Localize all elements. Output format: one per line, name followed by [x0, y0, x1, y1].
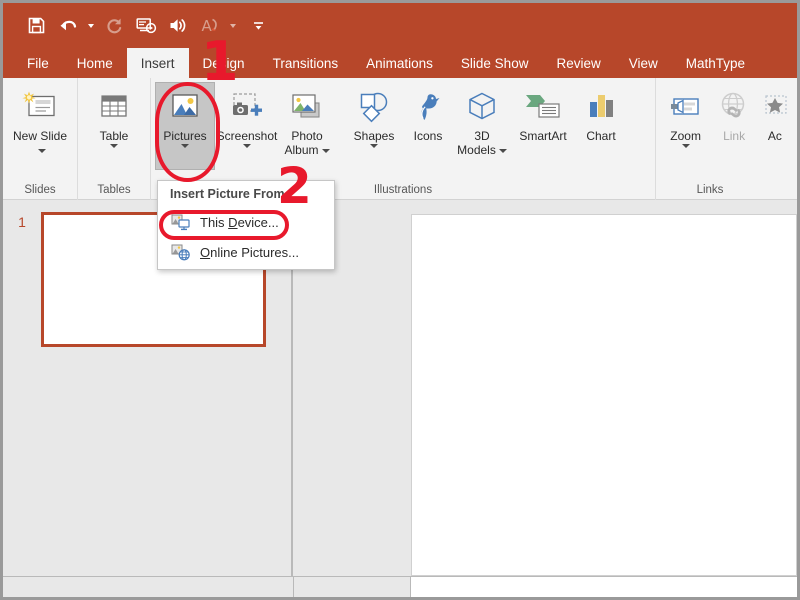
menu-item-online-pictures-label: Online Pictures...: [200, 245, 299, 260]
shapes-label: Shapes: [354, 129, 395, 143]
menu-item-this-device-label: This Device...: [200, 215, 279, 230]
ribbon: New Slide Slides: [3, 78, 797, 200]
powerpoint-window: A File Home Insert Design Transitions An…: [0, 0, 800, 600]
undo-icon[interactable]: [53, 11, 83, 41]
smartart-label: SmartArt: [519, 129, 566, 143]
link-label: Link: [723, 129, 745, 143]
zoom-icon: [667, 88, 705, 126]
status-bar: [3, 576, 797, 597]
title-bar: A: [3, 3, 797, 48]
pictures-label: Pictures: [163, 129, 206, 143]
device-picture-icon: [168, 213, 194, 231]
tab-view[interactable]: View: [615, 48, 672, 78]
3d-models-button[interactable]: 3D Models: [453, 82, 511, 170]
slide-canvas[interactable]: [411, 214, 797, 576]
pictures-icon: [167, 88, 203, 126]
photo-album-label: Photo Album: [279, 129, 335, 157]
icons-label: Icons: [414, 129, 443, 143]
cube-icon: [464, 88, 500, 126]
speaker-icon[interactable]: [163, 11, 193, 41]
chart-button[interactable]: Chart: [575, 82, 627, 170]
tab-home[interactable]: Home: [63, 48, 127, 78]
slide-number: 1: [3, 212, 41, 230]
group-label-slides: Slides: [3, 180, 77, 200]
redo-icon[interactable]: [99, 11, 129, 41]
customize-quick-access-toolbar-icon[interactable]: [247, 11, 269, 41]
save-icon[interactable]: [21, 11, 51, 41]
link-icon: [716, 88, 752, 126]
zoom-label: Zoom: [670, 129, 701, 143]
screenshot-button[interactable]: Screenshot: [215, 82, 279, 170]
pictures-dropdown-caret[interactable]: [181, 144, 189, 148]
chart-icon: [584, 88, 618, 126]
tab-mathtype[interactable]: MathType: [672, 48, 759, 78]
action-icon: [759, 88, 791, 126]
icons-button[interactable]: Icons: [403, 82, 453, 170]
new-slide-label: New Slide: [12, 129, 68, 157]
status-bar-middle-segment: [293, 577, 410, 597]
screenshot-dropdown-caret[interactable]: [243, 144, 251, 148]
chart-label: Chart: [586, 129, 615, 143]
annotation-step-2: 2: [277, 161, 312, 211]
group-label-tables: Tables: [78, 180, 150, 200]
shapes-dropdown-caret[interactable]: [370, 144, 378, 148]
present-icon[interactable]: [131, 11, 161, 41]
shapes-icon: [355, 88, 393, 126]
shapes-button[interactable]: Shapes: [345, 82, 403, 170]
tab-insert[interactable]: Insert: [127, 48, 189, 78]
online-picture-icon: [168, 243, 194, 261]
photo-album-icon: [288, 88, 326, 126]
screenshot-icon: [227, 88, 267, 126]
workspace: 1: [3, 200, 797, 597]
menu-item-online-pictures[interactable]: Online Pictures...: [158, 237, 334, 267]
zoom-dropdown-caret[interactable]: [682, 144, 690, 148]
action-button[interactable]: Ac: [757, 82, 793, 170]
screenshot-label: Screenshot: [217, 129, 278, 143]
action-label: Ac: [768, 129, 782, 143]
table-icon: [97, 88, 131, 126]
link-button[interactable]: Link: [711, 82, 757, 170]
icons-icon: [410, 88, 446, 126]
tab-animations[interactable]: Animations: [352, 48, 447, 78]
smartart-icon: [523, 88, 563, 126]
annotation-step-1: 1: [201, 35, 239, 89]
tab-slide-show[interactable]: Slide Show: [447, 48, 543, 78]
ribbon-tab-strip: File Home Insert Design Transitions Anim…: [3, 48, 797, 78]
undo-dropdown-caret[interactable]: [85, 11, 97, 41]
tab-review[interactable]: Review: [542, 48, 614, 78]
ribbon-group-tables: Table Tables: [78, 78, 151, 200]
new-slide-button[interactable]: New Slide: [7, 82, 73, 170]
3d-models-label: 3D Models: [454, 129, 510, 157]
ribbon-group-slides: New Slide Slides: [3, 78, 78, 200]
smartart-button[interactable]: SmartArt: [511, 82, 575, 170]
group-label-links: Links: [656, 180, 764, 200]
ribbon-group-links: Zoom: [656, 78, 797, 200]
table-button[interactable]: Table: [82, 82, 146, 170]
zoom-button[interactable]: Zoom: [660, 82, 711, 170]
table-dropdown-caret[interactable]: [110, 144, 118, 148]
slide-edit-pane[interactable]: [293, 200, 797, 576]
pictures-button[interactable]: Pictures: [155, 82, 215, 170]
new-slide-icon: [22, 88, 58, 126]
tab-file[interactable]: File: [13, 48, 63, 78]
status-bar-right-segment: [410, 577, 797, 597]
table-label: Table: [100, 129, 129, 143]
tab-transitions[interactable]: Transitions: [259, 48, 353, 78]
status-bar-left-segment: [3, 577, 292, 597]
